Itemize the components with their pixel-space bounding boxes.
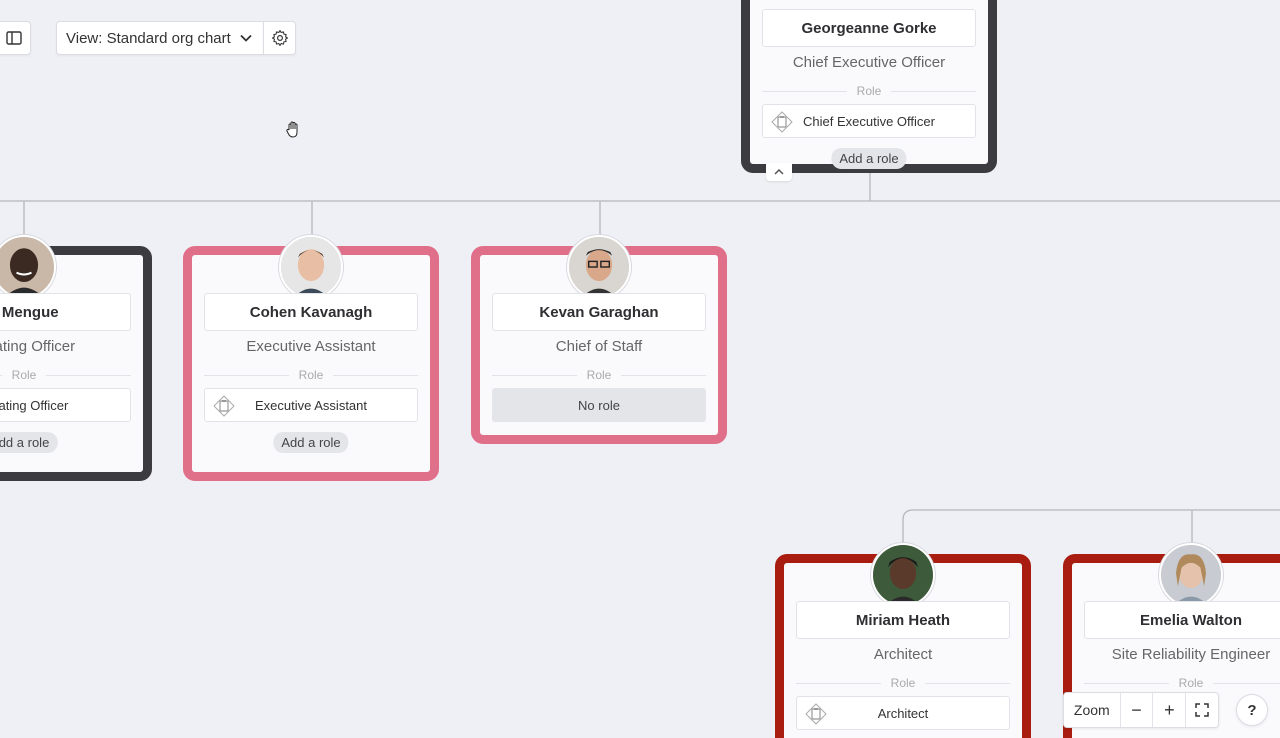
- role-section-label: Role: [762, 84, 976, 98]
- role-name: No role: [578, 397, 620, 413]
- person-name[interactable]: Cohen Kavanagh: [204, 293, 418, 331]
- view-selector-dropdown[interactable]: View: Standard org chart: [56, 21, 264, 55]
- person-name[interactable]: Georgeanne Gorke: [762, 9, 976, 47]
- role-section-label: Role: [0, 368, 131, 382]
- zoom-controls: Zoom − +: [1063, 692, 1219, 728]
- person-name[interactable]: y Mengue: [0, 293, 131, 331]
- role-chip[interactable]: Executive Assistant: [204, 388, 418, 422]
- sidebar-panel-icon: [5, 31, 22, 45]
- fit-to-screen-button[interactable]: [1185, 693, 1218, 727]
- chevron-down-icon: [240, 34, 252, 42]
- avatar: [871, 543, 935, 607]
- role-name: Chief Executive Officer: [803, 113, 935, 129]
- role-chip[interactable]: perating Officer: [0, 388, 131, 422]
- toggle-sidebar-button[interactable]: [0, 21, 31, 55]
- role-name: Executive Assistant: [255, 397, 367, 413]
- role-badge-icon: [771, 111, 793, 133]
- role-section-label: Role: [204, 368, 418, 382]
- add-role-button[interactable]: dd a role: [0, 432, 58, 453]
- org-card-ceo[interactable]: Georgeanne Gorke Chief Executive Officer…: [741, 0, 997, 181]
- person-name[interactable]: Kevan Garaghan: [492, 293, 706, 331]
- avatar: [1159, 543, 1223, 607]
- job-title: Chief Executive Officer: [792, 54, 946, 71]
- collapse-toggle[interactable]: [766, 163, 792, 181]
- role-section-label: Role: [796, 676, 1010, 690]
- zoom-out-button[interactable]: −: [1119, 693, 1153, 727]
- role-chip[interactable]: Chief Executive Officer: [762, 104, 976, 138]
- hand-cursor-icon: [284, 120, 304, 140]
- role-badge-icon: [805, 703, 827, 725]
- person-name[interactable]: Miriam Heath: [796, 601, 1010, 639]
- chevron-up-icon: [774, 169, 784, 175]
- avatar: [567, 235, 631, 299]
- avatar: [279, 235, 343, 299]
- role-name: perating Officer: [0, 397, 69, 413]
- org-chart-canvas[interactable]: Georgeanne Gorke Chief Executive Officer…: [0, 0, 1280, 738]
- gear-icon: [271, 29, 288, 47]
- role-section-label: Role: [1084, 676, 1280, 690]
- role-section-label: Role: [492, 368, 706, 382]
- no-role-chip[interactable]: No role: [492, 388, 706, 422]
- view-selector-label: View: Standard org chart: [66, 29, 231, 47]
- zoom-in-button[interactable]: +: [1152, 693, 1185, 727]
- role-badge-icon: [213, 395, 235, 417]
- org-card-chief-of-staff[interactable]: Kevan Garaghan Chief of Staff Role No ro…: [471, 235, 727, 444]
- job-title: perating Officer: [0, 338, 76, 355]
- role-chip[interactable]: Architect: [796, 696, 1010, 730]
- org-card-coo[interactable]: y Mengue perating Officer Role perating …: [0, 235, 152, 481]
- fullscreen-icon: [1195, 703, 1209, 717]
- person-name[interactable]: Emelia Walton: [1084, 601, 1280, 639]
- add-role-button[interactable]: Add a role: [273, 432, 349, 453]
- job-title: Site Reliability Engineer: [1111, 646, 1271, 663]
- add-role-button[interactable]: Add a role: [831, 148, 907, 169]
- job-title: Architect: [873, 646, 933, 663]
- chart-settings-button[interactable]: [263, 21, 296, 55]
- org-card-architect[interactable]: Miriam Heath Architect Role Architect: [775, 543, 1031, 738]
- zoom-label: Zoom: [1073, 702, 1110, 718]
- role-name: Architect: [877, 705, 929, 721]
- job-title: Chief of Staff: [555, 338, 643, 355]
- org-card-executive-assistant[interactable]: Cohen Kavanagh Executive Assistant Role …: [183, 235, 439, 481]
- job-title: Executive Assistant: [246, 338, 376, 355]
- help-button[interactable]: ?: [1236, 694, 1268, 726]
- avatar: [0, 235, 56, 299]
